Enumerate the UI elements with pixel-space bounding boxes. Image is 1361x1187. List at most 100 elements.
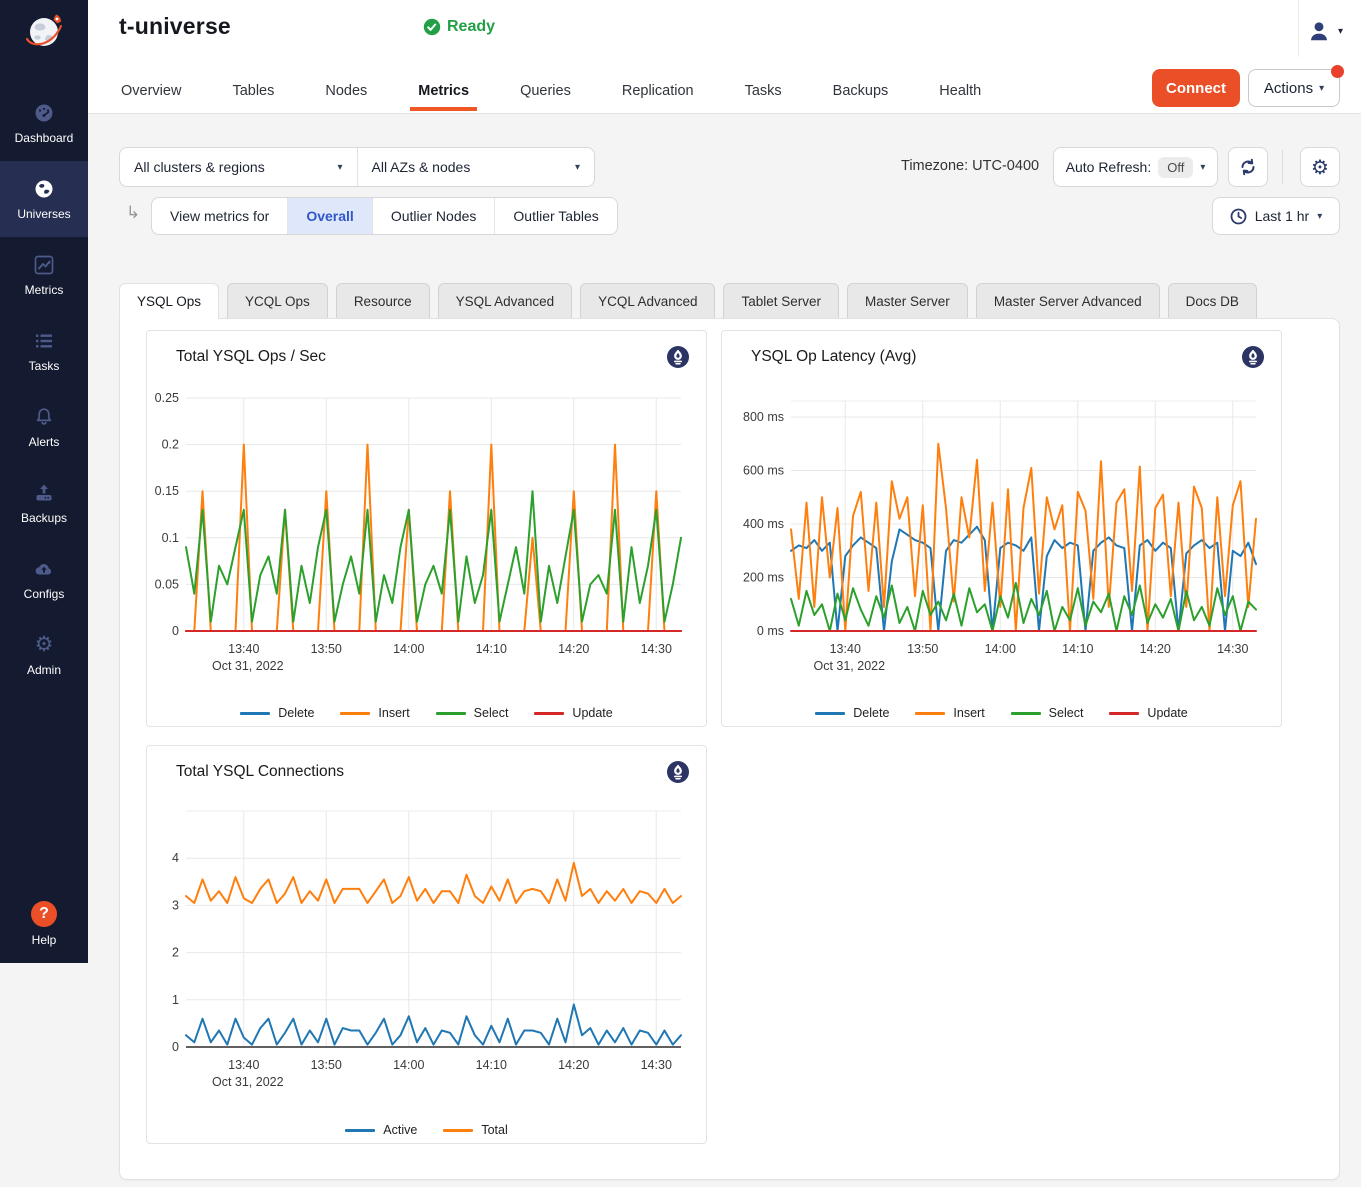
- sidebar-item-configs[interactable]: Configs: [0, 541, 88, 617]
- chevron-down-icon: ▾: [1338, 26, 1343, 37]
- sidebar-item-tasks[interactable]: Tasks: [0, 313, 88, 389]
- tab-ysql-advanced[interactable]: YSQL Advanced: [438, 283, 573, 318]
- nav-tab-replication[interactable]: Replication: [620, 71, 696, 111]
- sidebar-item-label: Help: [32, 933, 57, 947]
- nav-tab-backups[interactable]: Backups: [831, 71, 891, 111]
- legend-item-delete[interactable]: Delete: [815, 706, 889, 720]
- legend-line-swatch: [443, 1129, 473, 1132]
- tab-docs-db[interactable]: Docs DB: [1168, 283, 1257, 318]
- sidebar-item-dashboard[interactable]: Dashboard: [0, 85, 88, 161]
- chart-legend: Delete Insert Select Update: [147, 706, 706, 720]
- check-circle-icon: [423, 18, 441, 36]
- tab-ycql-ops[interactable]: YCQL Ops: [227, 283, 328, 318]
- svg-text:14:00: 14:00: [393, 642, 424, 656]
- legend-label: Select: [474, 706, 509, 720]
- legend-item-update[interactable]: Update: [534, 706, 612, 720]
- segment-outlier-tables[interactable]: Outlier Tables: [494, 198, 616, 234]
- segment-overall[interactable]: Overall: [287, 198, 371, 234]
- nav-tab-tables[interactable]: Tables: [230, 71, 276, 111]
- svg-text:0.15: 0.15: [155, 484, 179, 498]
- chart-canvas: 13:40Oct 31, 202213:5014:0014:1014:2014:…: [728, 377, 1277, 682]
- sidebar-item-universes[interactable]: Universes: [0, 161, 88, 237]
- tab-master-server-advanced[interactable]: Master Server Advanced: [976, 283, 1160, 318]
- chart-card-ysql-op-latency: YSQL Op Latency (Avg) 13:40Oct 31, 20221…: [721, 330, 1282, 727]
- yugabyte-logo-icon[interactable]: [20, 6, 68, 54]
- cloud-upload-icon: [33, 558, 55, 580]
- sidebar-item-label: Admin: [27, 663, 61, 677]
- svg-text:14:00: 14:00: [393, 1058, 424, 1072]
- header-divider: [1298, 0, 1299, 57]
- tab-tablet-server[interactable]: Tablet Server: [723, 283, 839, 318]
- legend-item-total[interactable]: Total: [443, 1123, 507, 1137]
- legend-label: Active: [383, 1123, 417, 1137]
- nav-tab-metrics[interactable]: Metrics: [416, 71, 471, 111]
- legend-label: Delete: [278, 706, 314, 720]
- tab-ysql-ops[interactable]: YSQL Ops: [119, 283, 219, 319]
- az-node-dropdown[interactable]: All AZs & nodes▾: [357, 148, 595, 186]
- sidebar-item-admin[interactable]: ⚙ Admin: [0, 617, 88, 693]
- refresh-button[interactable]: [1228, 147, 1268, 187]
- hook-arrow-icon: ↳: [126, 203, 140, 223]
- legend-item-update[interactable]: Update: [1109, 706, 1187, 720]
- svg-text:0 ms: 0 ms: [757, 624, 784, 638]
- nav-tab-health[interactable]: Health: [937, 71, 983, 111]
- legend-item-delete[interactable]: Delete: [240, 706, 314, 720]
- connect-button[interactable]: Connect: [1152, 69, 1240, 107]
- svg-text:13:40: 13:40: [228, 1058, 259, 1072]
- actions-button[interactable]: Actions▾: [1248, 69, 1340, 107]
- chevron-down-icon: ▾: [1317, 211, 1322, 222]
- legend-item-select[interactable]: Select: [1011, 706, 1084, 720]
- chart-legend: Active Total: [147, 1123, 706, 1137]
- legend-line-swatch: [340, 712, 370, 715]
- prometheus-icon[interactable]: [666, 760, 690, 784]
- sidebar-item-metrics[interactable]: Metrics: [0, 237, 88, 313]
- chart-canvas: 13:40Oct 31, 202213:5014:0014:1014:2014:…: [153, 377, 702, 682]
- chart-legend: Delete Insert Select Update: [722, 706, 1281, 720]
- svg-text:Oct 31, 2022: Oct 31, 2022: [212, 1075, 284, 1089]
- tab-master-server[interactable]: Master Server: [847, 283, 968, 318]
- chevron-down-icon: ▾: [337, 162, 342, 173]
- user-menu[interactable]: ▾: [1306, 18, 1343, 44]
- prometheus-icon[interactable]: [666, 345, 690, 369]
- auto-refresh-dropdown[interactable]: Auto Refresh: Off ▾: [1053, 147, 1218, 187]
- time-range-dropdown[interactable]: Last 1 hr ▾: [1212, 197, 1340, 235]
- sidebar-item-label: Universes: [17, 207, 70, 221]
- sidebar-item-label: Tasks: [29, 359, 60, 373]
- svg-text:2: 2: [172, 946, 179, 960]
- svg-text:0.2: 0.2: [162, 438, 179, 452]
- svg-text:14:10: 14:10: [476, 1058, 507, 1072]
- nav-tab-nodes[interactable]: Nodes: [323, 71, 369, 111]
- segment-outlier-nodes[interactable]: Outlier Nodes: [372, 198, 495, 234]
- svg-text:14:20: 14:20: [558, 642, 589, 656]
- sidebar-item-alerts[interactable]: Alerts: [0, 389, 88, 465]
- nav-tab-queries[interactable]: Queries: [518, 71, 573, 111]
- svg-text:1: 1: [172, 993, 179, 1007]
- upload-icon: [33, 482, 55, 504]
- legend-item-active[interactable]: Active: [345, 1123, 417, 1137]
- notification-dot: [1331, 65, 1344, 78]
- legend-item-insert[interactable]: Insert: [915, 706, 984, 720]
- chart-title: Total YSQL Ops / Sec: [176, 348, 326, 366]
- chevron-down-icon: ▾: [575, 162, 580, 173]
- sidebar-item-label: Alerts: [29, 435, 60, 449]
- legend-item-insert[interactable]: Insert: [340, 706, 409, 720]
- prometheus-icon[interactable]: [1241, 345, 1265, 369]
- nav-tab-overview[interactable]: Overview: [119, 71, 183, 111]
- legend-item-select[interactable]: Select: [436, 706, 509, 720]
- chart-card-total-ysql-connections: Total YSQL Connections 13:40Oct 31, 2022…: [146, 745, 707, 1144]
- tab-resource[interactable]: Resource: [336, 283, 430, 318]
- nav-tab-tasks[interactable]: Tasks: [743, 71, 784, 111]
- svg-text:0: 0: [172, 1040, 179, 1054]
- svg-text:13:40: 13:40: [228, 642, 259, 656]
- svg-text:14:20: 14:20: [1140, 642, 1171, 656]
- cluster-region-dropdown[interactable]: All clusters & regions▾: [120, 148, 357, 186]
- toolbar-divider: [1282, 150, 1283, 184]
- tab-ycql-advanced[interactable]: YCQL Advanced: [580, 283, 715, 318]
- sidebar-item-backups[interactable]: Backups: [0, 465, 88, 541]
- svg-text:200 ms: 200 ms: [743, 571, 784, 585]
- sidebar-item-help[interactable]: ? Help: [0, 889, 88, 959]
- svg-text:Oct 31, 2022: Oct 31, 2022: [813, 659, 885, 673]
- settings-button[interactable]: ⚙: [1300, 147, 1340, 187]
- sidebar-item-label: Metrics: [25, 283, 64, 297]
- gear-icon: ⚙: [1311, 155, 1329, 180]
